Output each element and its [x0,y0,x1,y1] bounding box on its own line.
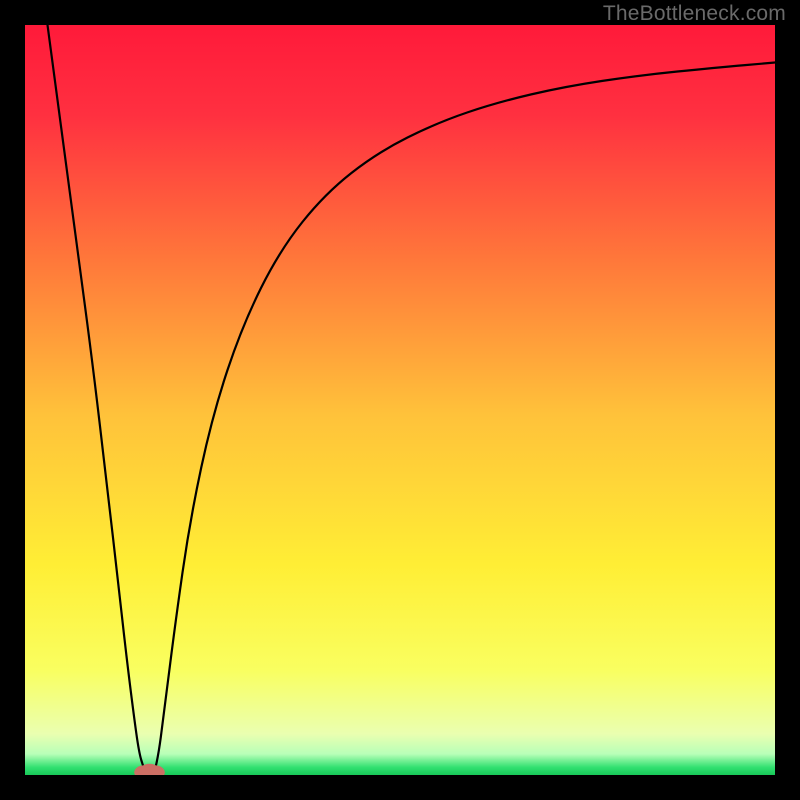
background-gradient [25,25,775,775]
watermark-text: TheBottleneck.com [603,2,786,26]
chart-svg [25,25,775,775]
chart-container: TheBottleneck.com [0,0,800,800]
plot-area [25,25,775,775]
